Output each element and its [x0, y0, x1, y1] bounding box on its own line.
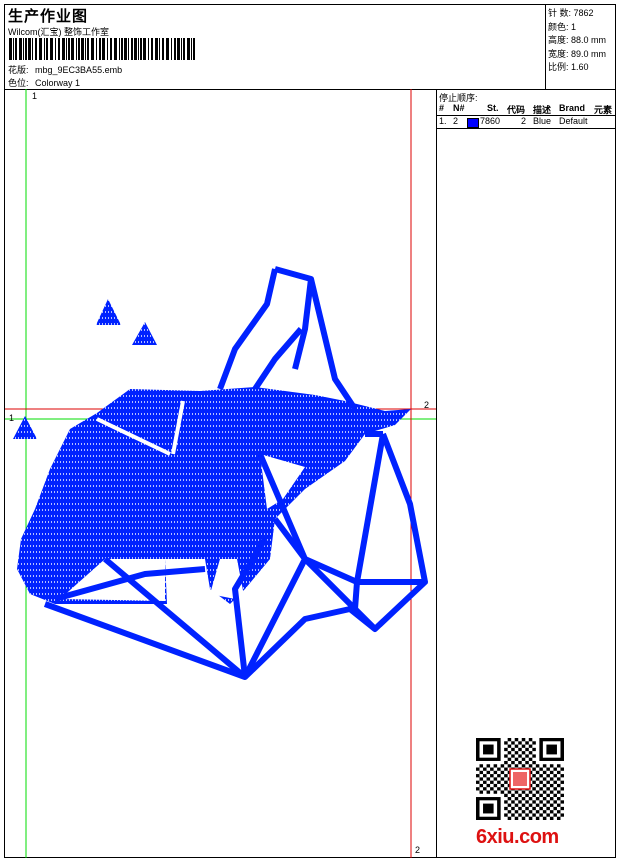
colorway-label: 色位:: [8, 78, 29, 88]
col-header: St.: [487, 103, 499, 113]
axis-label-h1: 1: [9, 413, 15, 423]
stat-height: 高度: 88.0 mm: [548, 35, 607, 45]
design-stats: 针 数: 7862 颜色: 1 高度: 88.0 mm 宽度: 89.0 mm …: [548, 7, 606, 75]
qr-code: [476, 738, 564, 820]
col-header: N#: [453, 103, 465, 113]
sheet-header: 生产作业图 Wilcom(汇宝) 整饰工作室 花版: mbg_9EC3BA55.…: [5, 5, 615, 90]
axis-label-v2: 2: [415, 845, 421, 855]
triangle-small-1: [96, 299, 121, 325]
stat-scale: 比例: 1.60: [548, 62, 589, 72]
design-file-label: 花版:: [8, 65, 29, 75]
col-header: Brand: [559, 103, 586, 113]
design-file-name: mbg_9EC3BA55.emb: [35, 65, 123, 75]
header-info: 生产作业图 Wilcom(汇宝) 整饰工作室 花版: mbg_9EC3BA55.…: [5, 5, 546, 89]
color-swatch: [467, 118, 479, 128]
col-header: #: [439, 103, 445, 113]
col-header: 代码: [507, 105, 526, 115]
row-brand: Default: [559, 116, 588, 126]
row-stitches: 7860: [480, 116, 501, 126]
design-preview: 1 1 2 2: [5, 89, 437, 858]
row-description: Blue: [533, 116, 552, 126]
production-sheet: 生产作业图 Wilcom(汇宝) 整饰工作室 花版: mbg_9EC3BA55.…: [4, 4, 616, 858]
row-code: 2: [521, 116, 527, 126]
row-needle: 2: [453, 116, 459, 126]
stat-stitches: 针 数: 7862: [548, 8, 594, 18]
triangle-small-2: [132, 322, 157, 345]
axis-label-v1: 1: [32, 91, 38, 101]
colorway-row: 色位: Colorway 1: [8, 76, 80, 89]
row-index: 1.: [439, 116, 447, 126]
axis-label-h2: 2: [424, 400, 430, 410]
col-header: 元素: [594, 105, 613, 115]
sheet-title: 生产作业图: [8, 8, 89, 25]
stat-colors: 颜色: 1: [548, 21, 577, 32]
barcode: [9, 38, 195, 60]
stop-sequence-header: # N# St. 代码 描述 Brand 元素: [437, 103, 615, 116]
col-header: 描述: [533, 105, 552, 115]
watermark: 6xiu.com: [476, 826, 559, 848]
design-file-row: 花版: mbg_9EC3BA55.emb: [8, 63, 122, 76]
company-name: Wilcom(汇宝) 整饰工作室: [8, 27, 109, 37]
embroidery-artwork: [5, 89, 436, 858]
table-row: 1. 2 7860 2 Blue Default: [437, 116, 615, 129]
stat-width: 宽度: 89.0 mm: [548, 48, 607, 59]
bear-body: [17, 387, 411, 604]
colorway-value: Colorway 1: [35, 78, 81, 88]
